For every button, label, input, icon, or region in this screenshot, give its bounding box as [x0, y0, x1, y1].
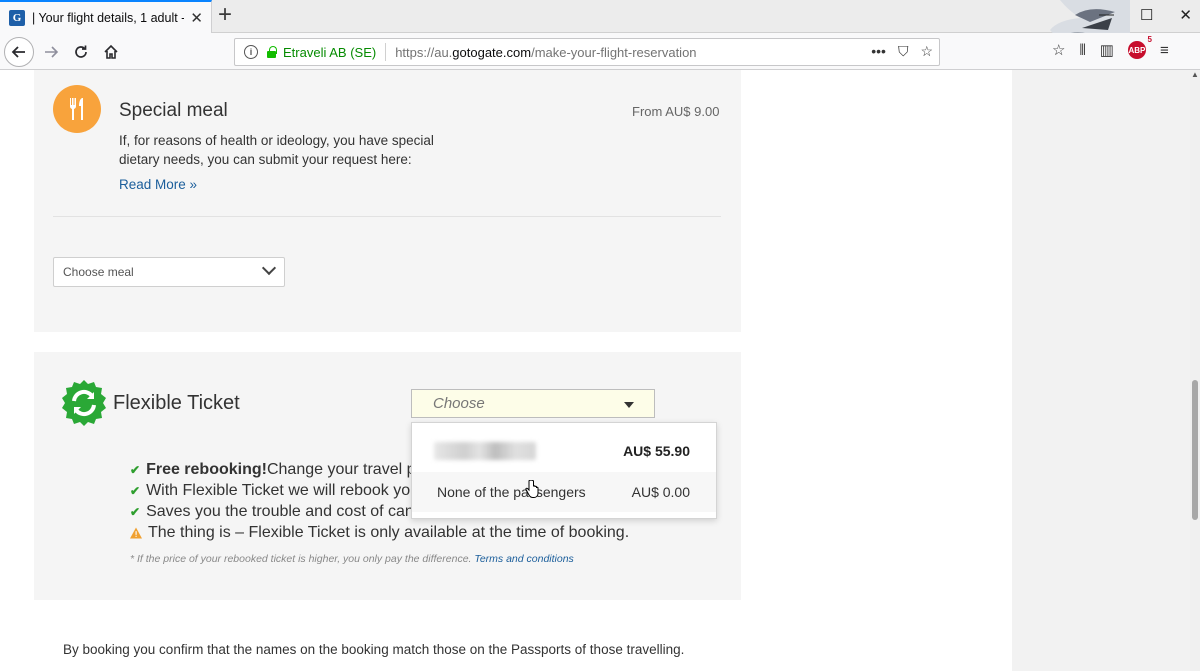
check-icon: ✔ — [130, 504, 141, 519]
lock-icon — [266, 46, 277, 58]
library-icon[interactable]: ⫴ — [1079, 42, 1085, 59]
feature-text: With Flexible Ticket we will rebook your… — [146, 481, 445, 499]
new-tab-icon[interactable]: + — [218, 3, 232, 27]
tab-title: | Your flight details, 1 adult - AU — [32, 10, 184, 25]
blurred-passenger-name — [434, 442, 536, 460]
feature-item: ✔ Saves you the trouble and cost of canc… — [130, 501, 445, 522]
caret-down-icon — [624, 402, 634, 408]
choose-meal-label: Choose meal — [63, 265, 134, 279]
fork-knife-icon — [53, 85, 101, 133]
flexible-ticket-select[interactable]: Choose — [411, 389, 655, 418]
option-price: AU$ 55.90 — [623, 443, 690, 459]
gotogate-favicon-icon: G — [9, 9, 25, 26]
feature-item: ✔ Free rebooking! Change your travel pla… — [130, 459, 445, 480]
back-arrow-icon[interactable] — [4, 37, 34, 67]
bookmarks-star-icon[interactable]: ☆ — [1052, 41, 1065, 59]
navigation-bar: i Etraveli AB (SE) https://au.gotogate.c… — [0, 33, 1200, 70]
info-icon[interactable]: i — [244, 45, 258, 59]
close-window-icon[interactable]: ✕ — [1179, 6, 1192, 24]
read-more-link[interactable]: Read More » — [119, 177, 197, 192]
tab-close-icon[interactable]: ✕ — [190, 9, 203, 27]
hand-cursor-icon — [525, 480, 539, 498]
toolbar-icons: ☆ ⫴ ▥ ABP 5 ≡ — [1052, 35, 1169, 59]
footnote: * If the price of your rebooked ticket i… — [130, 553, 574, 565]
scroll-up-icon[interactable]: ▲ — [1190, 70, 1200, 79]
page-actions-icon[interactable]: ••• — [871, 43, 886, 60]
terms-link[interactable]: Terms and conditions — [474, 553, 573, 565]
feature-item: The thing is – Flexible Ticket is only a… — [130, 522, 629, 543]
option-none[interactable]: None of the passengers AU$ 0.00 — [412, 472, 716, 512]
option-price: AU$ 0.00 — [631, 484, 690, 500]
site-identity[interactable]: Etraveli AB (SE) — [283, 45, 376, 60]
browser-tab[interactable]: G | Your flight details, 1 adult - AU ✕ — [0, 0, 212, 33]
option-passenger[interactable]: AU$ 55.90 — [412, 431, 716, 471]
warning-icon — [130, 526, 142, 539]
feature-item: ✔ With Flexible Ticket we will rebook yo… — [130, 480, 445, 501]
forward-arrow-icon[interactable] — [36, 37, 66, 67]
special-meal-title: Special meal — [119, 100, 228, 121]
option-label: None of the passengers — [437, 484, 586, 500]
special-meal-card: Special meal From AU$ 9.00 If, for reaso… — [34, 70, 741, 332]
special-meal-description: If, for reasons of health or ideology, y… — [119, 133, 434, 167]
flexible-options-dropdown: AU$ 55.90 None of the passengers AU$ 0.0… — [411, 422, 717, 519]
flexible-ticket-badge-icon — [62, 380, 106, 426]
feature-text: The thing is – Flexible Ticket is only a… — [148, 523, 630, 541]
flexible-select-label: Choose — [433, 395, 485, 412]
home-icon[interactable] — [96, 37, 126, 67]
url-path: /make-your-flight-reservation — [531, 44, 697, 60]
url-bar[interactable]: i Etraveli AB (SE) https://au.gotogate.c… — [234, 38, 940, 66]
minimize-icon[interactable]: — — [1099, 6, 1114, 24]
special-meal-price: From AU$ 9.00 — [632, 104, 720, 119]
maximize-icon[interactable]: ☐ — [1140, 6, 1153, 24]
right-gutter — [1012, 70, 1190, 671]
adblock-plus-icon[interactable]: ABP 5 — [1127, 35, 1152, 59]
adblock-badge: 5 — [1147, 35, 1152, 44]
url-separator — [385, 43, 387, 61]
chevron-down-icon — [261, 260, 277, 276]
choose-meal-select[interactable]: Choose meal — [53, 257, 285, 287]
feature-bold: Free rebooking! — [146, 460, 267, 478]
vertical-scrollbar[interactable]: ▲ — [1190, 70, 1200, 671]
bookmark-star-icon[interactable]: ☆ — [920, 43, 933, 60]
flexible-ticket-title: Flexible Ticket — [113, 392, 240, 414]
scrollbar-thumb[interactable] — [1192, 380, 1198, 520]
check-icon: ✔ — [130, 462, 141, 477]
sidebar-icon[interactable]: ▥ — [1100, 41, 1114, 59]
url-actions: ••• ⛉ ☆ — [871, 43, 933, 60]
check-icon: ✔ — [130, 483, 141, 498]
menu-hamburger-icon[interactable]: ≡ — [1160, 42, 1169, 59]
reload-icon[interactable] — [66, 37, 96, 67]
page-viewport: Special meal From AU$ 9.00 If, for reaso… — [0, 70, 1200, 671]
booking-confirmation-text: By booking you confirm that the names on… — [63, 642, 685, 657]
url-domain: gotogate.com — [452, 44, 532, 60]
url-text[interactable]: https://au.gotogate.com/make-your-flight… — [395, 45, 696, 60]
url-scheme: https://au. — [395, 44, 453, 60]
divider — [53, 216, 721, 217]
window-controls: — ☐ ✕ — [1099, 6, 1192, 24]
tab-bar: G | Your flight details, 1 adult - AU ✕ … — [0, 0, 1200, 70]
footnote-text: * If the price of your rebooked ticket i… — [130, 553, 472, 565]
pocket-icon[interactable]: ⛉ — [898, 43, 909, 60]
feature-text: Saves you the trouble and cost of cancel… — [146, 502, 445, 520]
